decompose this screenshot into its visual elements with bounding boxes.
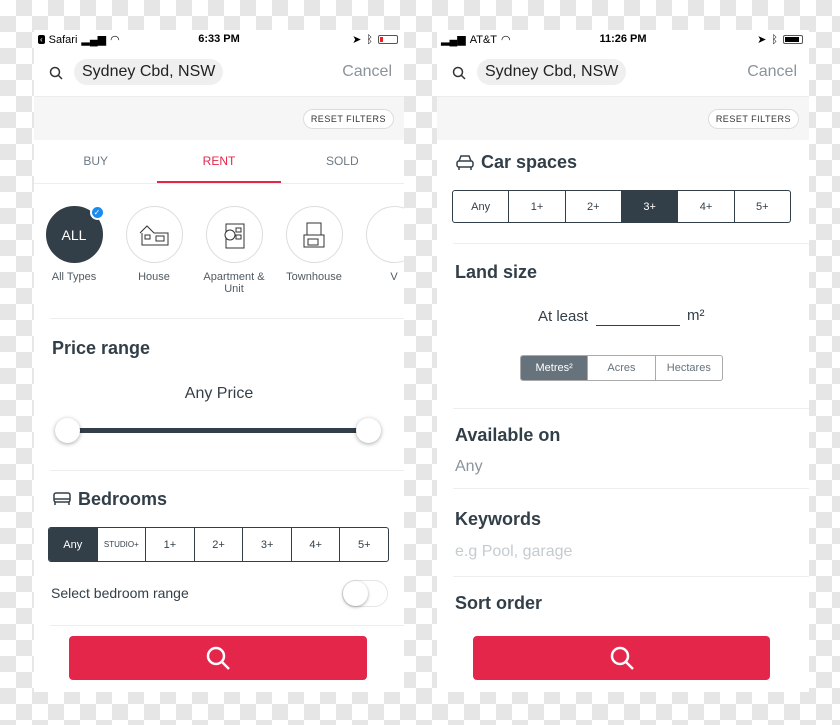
battery-icon bbox=[378, 35, 398, 44]
land-size-title: Land size bbox=[455, 262, 538, 282]
reset-filters-button[interactable]: RESET FILTERS bbox=[707, 109, 799, 129]
right-screen: ▂▄▆ AT&T ◠ 11:26 PM ➤ ᛒ Sydney Cbd, NSW Can… bbox=[437, 30, 809, 692]
bedroom-option[interactable]: 3+ bbox=[242, 528, 291, 561]
search-icon bbox=[452, 66, 466, 80]
bedroom-option[interactable]: 1+ bbox=[145, 528, 194, 561]
car-spaces-selector: Any 1+ 2+ 3+ 4+ 5+ bbox=[452, 190, 791, 223]
bedroom-option[interactable]: STUDIO+ bbox=[96, 528, 146, 561]
type-all[interactable]: ALL ✓ All Types bbox=[34, 205, 114, 295]
location-icon: ➤ bbox=[352, 34, 362, 46]
divider bbox=[50, 625, 404, 626]
divider bbox=[50, 470, 404, 471]
type-townhouse[interactable]: Townhouse bbox=[274, 206, 354, 295]
townhouse-icon bbox=[303, 222, 325, 247]
bed-icon bbox=[53, 492, 71, 505]
unit-option[interactable]: Acres bbox=[587, 356, 654, 380]
search-icon bbox=[206, 646, 230, 670]
bedroom-option[interactable]: 5+ bbox=[339, 528, 388, 561]
type-label: V bbox=[390, 271, 398, 283]
property-types: ALL ✓ All Types House Apartment & Unit Tow… bbox=[34, 205, 404, 295]
search-button[interactable] bbox=[69, 636, 367, 680]
bluetooth-icon: ᛒ bbox=[366, 33, 373, 46]
land-size-input[interactable] bbox=[596, 306, 680, 326]
apartment-icon bbox=[224, 223, 245, 248]
type-villa[interactable]: V bbox=[354, 206, 404, 295]
type-apartment[interactable]: Apartment & Unit bbox=[194, 206, 274, 295]
status-bar: ‹ Safari ▂▄▆ ◠ 6:33 PM ➤ ᛒ bbox=[34, 33, 404, 49]
divider bbox=[453, 243, 809, 244]
battery-icon bbox=[783, 35, 803, 44]
clock: 11:26 PM bbox=[599, 33, 647, 45]
tab-rent[interactable]: RENT bbox=[157, 140, 281, 183]
location-chip[interactable]: Sydney Cbd, NSW bbox=[74, 59, 224, 85]
car-option[interactable]: 4+ bbox=[677, 191, 733, 222]
check-icon: ✓ bbox=[89, 205, 105, 220]
divider bbox=[453, 408, 809, 409]
land-unit-selector: Metres² Acres Hectares bbox=[520, 355, 723, 381]
bedrooms-title: Bedrooms bbox=[78, 489, 168, 509]
land-prefix: At least bbox=[538, 308, 589, 325]
location-icon: ➤ bbox=[757, 34, 767, 46]
bedroom-option[interactable]: 4+ bbox=[290, 528, 340, 561]
car-icon bbox=[456, 155, 474, 170]
tab-sold[interactable]: SOLD bbox=[281, 140, 404, 183]
bluetooth-icon: ᛒ bbox=[771, 33, 778, 46]
price-value: Any Price bbox=[184, 385, 254, 402]
all-icon: ALL bbox=[61, 226, 87, 243]
car-option[interactable]: 5+ bbox=[733, 191, 790, 222]
search-bar: Sydney Cbd, NSW Cancel bbox=[34, 55, 404, 91]
house-icon bbox=[139, 224, 169, 245]
type-house[interactable]: House bbox=[114, 206, 194, 295]
car-spaces-title: Car spaces bbox=[481, 152, 578, 172]
price-title: Price range bbox=[52, 338, 151, 358]
price-max-handle[interactable] bbox=[356, 418, 381, 443]
reset-filters-button[interactable]: RESET FILTERS bbox=[302, 109, 394, 129]
sort-order-title: Sort order bbox=[455, 593, 543, 613]
type-label: All Types bbox=[51, 271, 97, 283]
status-bar: ▂▄▆ AT&T ◠ 11:26 PM ➤ ᛒ bbox=[437, 33, 809, 49]
keywords-title: Keywords bbox=[455, 509, 542, 529]
search-icon bbox=[610, 646, 634, 670]
filter-header: RESET FILTERS bbox=[437, 96, 809, 140]
bedroom-range-label: Select bedroom range bbox=[51, 585, 189, 601]
cancel-button[interactable]: Cancel bbox=[747, 63, 797, 81]
type-label: Apartment & Unit bbox=[203, 271, 265, 295]
land-unit: m² bbox=[687, 307, 705, 324]
listing-tabs: BUY RENT SOLD bbox=[34, 140, 404, 184]
cancel-button[interactable]: Cancel bbox=[342, 63, 392, 81]
car-option[interactable]: 3+ bbox=[620, 191, 678, 222]
bedroom-option[interactable]: 2+ bbox=[193, 528, 243, 561]
car-option[interactable]: 1+ bbox=[508, 191, 564, 222]
divider bbox=[453, 488, 809, 489]
price-slider-track[interactable] bbox=[66, 428, 370, 433]
bedroom-range-toggle[interactable] bbox=[342, 580, 388, 607]
search-icon bbox=[49, 66, 63, 80]
price-min-handle[interactable] bbox=[55, 418, 80, 443]
search-button[interactable] bbox=[473, 636, 770, 680]
unit-option[interactable]: Hectares bbox=[654, 356, 722, 380]
keywords-input[interactable]: e.g Pool, garage bbox=[455, 543, 572, 561]
filter-header: RESET FILTERS bbox=[34, 96, 404, 140]
car-option[interactable]: 2+ bbox=[564, 191, 621, 222]
divider bbox=[50, 318, 404, 319]
bedrooms-selector: Any STUDIO+ 1+ 2+ 3+ 4+ 5+ bbox=[48, 527, 389, 562]
location-chip[interactable]: Sydney Cbd, NSW bbox=[477, 59, 627, 85]
available-on-value[interactable]: Any bbox=[455, 458, 483, 476]
unit-option[interactable]: Metres² bbox=[521, 356, 588, 380]
search-bar: Sydney Cbd, NSW Cancel bbox=[437, 55, 809, 91]
left-screen: ‹ Safari ▂▄▆ ◠ 6:33 PM ➤ ᛒ Sydney Cbd, NSW C… bbox=[34, 30, 404, 692]
clock: 6:33 PM bbox=[198, 33, 240, 45]
divider bbox=[453, 576, 809, 577]
tab-buy[interactable]: BUY bbox=[34, 140, 157, 183]
bedroom-option[interactable]: Any bbox=[49, 528, 97, 561]
type-label: House bbox=[138, 271, 170, 283]
type-label: Townhouse bbox=[286, 271, 342, 283]
available-on-title: Available on bbox=[455, 425, 561, 445]
car-option[interactable]: Any bbox=[453, 191, 508, 222]
